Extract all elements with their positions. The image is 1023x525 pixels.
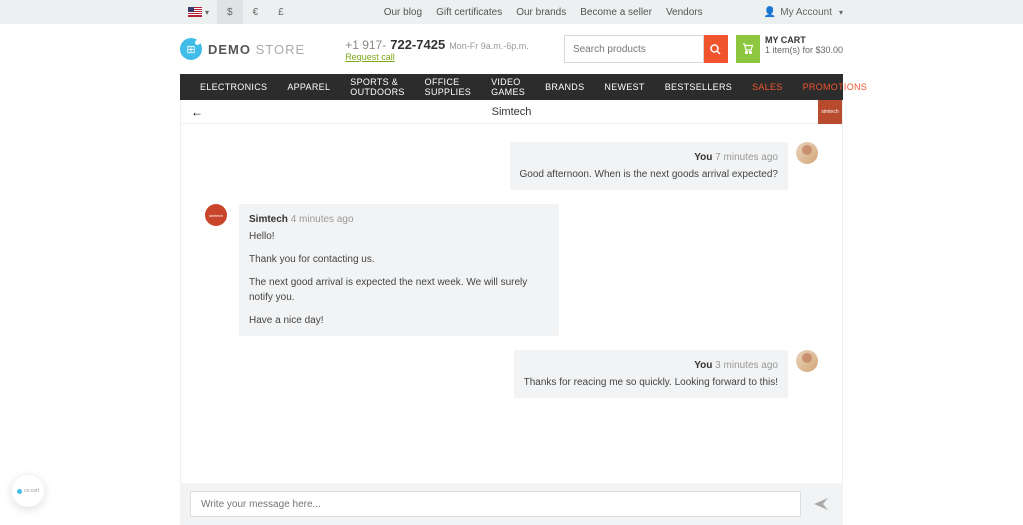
- back-arrow[interactable]: ←: [191, 105, 203, 119]
- main-nav: ELECTRONICS APPAREL SPORTS & OUTDOORS OF…: [180, 74, 843, 100]
- nav-sales[interactable]: SALES: [742, 82, 793, 92]
- nav-brands[interactable]: BRANDS: [535, 82, 594, 92]
- send-icon: [813, 496, 829, 512]
- chat-title: Simtech: [492, 106, 532, 118]
- nav-newest[interactable]: NEWEST: [594, 82, 654, 92]
- send-button[interactable]: [809, 492, 833, 516]
- link-blog[interactable]: Our blog: [384, 7, 422, 18]
- link-gift[interactable]: Gift certificates: [436, 7, 502, 18]
- nav-apparel[interactable]: APPAREL: [277, 82, 340, 92]
- message-bubble: You 3 minutes agoThanks for reacing me s…: [514, 350, 788, 398]
- topbar: ▾ $ € £ Our blog Gift certificates Our b…: [0, 0, 1023, 24]
- account-menu[interactable]: 👤 My Account ▾: [764, 7, 843, 18]
- message-row: You 7 minutes agoGood afternoon. When is…: [205, 142, 818, 190]
- message-bubble: Simtech 4 minutes agoHello!Thank you for…: [239, 204, 559, 336]
- search-icon: [710, 44, 721, 55]
- nav-promo[interactable]: PROMOTIONS: [793, 82, 878, 92]
- language-selector[interactable]: ▾: [180, 0, 217, 24]
- cart-icon: [736, 35, 760, 63]
- message-row: simtech Simtech 4 minutes agoHello!Thank …: [205, 204, 818, 336]
- user-icon: 👤: [764, 7, 776, 18]
- nav-sports[interactable]: SPORTS & OUTDOORS: [340, 77, 414, 97]
- link-seller[interactable]: Become a seller: [580, 7, 652, 18]
- user-avatar: [796, 142, 818, 164]
- user-avatar: [796, 350, 818, 372]
- message-row: You 3 minutes agoThanks for reacing me s…: [205, 350, 818, 398]
- message-input-bar: [180, 483, 843, 525]
- request-call-link[interactable]: Request call: [345, 52, 529, 62]
- message-bubble: You 7 minutes agoGood afternoon. When is…: [510, 142, 789, 190]
- vendor-avatar: simtech: [205, 204, 227, 226]
- currency-eur[interactable]: €: [243, 0, 269, 24]
- link-brands[interactable]: Our brands: [516, 7, 566, 18]
- cart[interactable]: MY CART 1 item(s) for $30.00: [736, 35, 843, 63]
- search-button[interactable]: [704, 35, 728, 63]
- logo-icon: ⊞: [180, 38, 202, 60]
- message-input[interactable]: [190, 491, 801, 517]
- vendor-badge[interactable]: simtech: [818, 100, 842, 124]
- chat-header: ← Simtech simtech: [180, 100, 843, 124]
- link-vendors[interactable]: Vendors: [666, 7, 703, 18]
- nav-office[interactable]: OFFICE SUPPLIES: [415, 77, 481, 97]
- currency-gbp[interactable]: £: [268, 0, 294, 24]
- floating-widget[interactable]: cs-cart: [12, 475, 44, 507]
- header: ⊞ DEMO STORE +1 917-722-7425 Mon-Fr 9a.m…: [0, 24, 1023, 74]
- search-input[interactable]: [564, 35, 704, 63]
- nav-games[interactable]: VIDEO GAMES: [481, 77, 535, 97]
- chat-body: You 7 minutes agoGood afternoon. When is…: [180, 124, 843, 499]
- logo[interactable]: ⊞ DEMO STORE: [180, 38, 305, 60]
- currency-usd[interactable]: $: [217, 0, 243, 24]
- phone-block: +1 917-722-7425 Mon-Fr 9a.m.-6p.m. Reque…: [345, 37, 529, 62]
- nav-electronics[interactable]: ELECTRONICS: [190, 82, 277, 92]
- nav-best[interactable]: BESTSELLERS: [655, 82, 742, 92]
